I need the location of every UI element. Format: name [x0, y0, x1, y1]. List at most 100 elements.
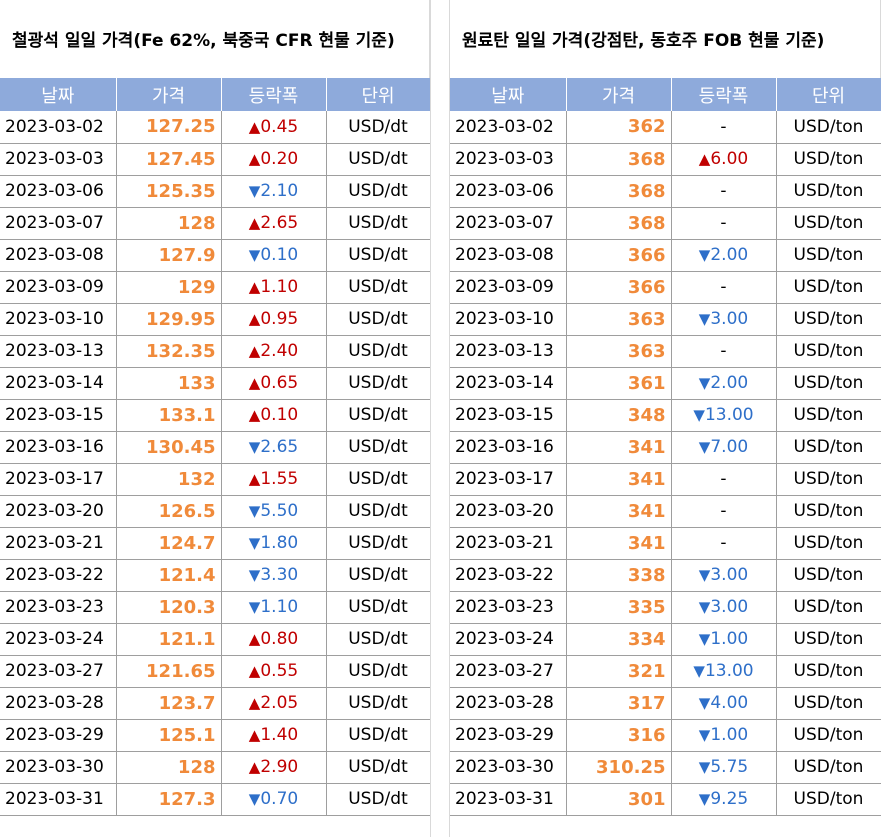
row-price: 121.4 [116, 559, 222, 592]
row-change: ▲1.55 [221, 463, 327, 496]
row-price: 341 [566, 495, 672, 528]
row-change: ▲0.10 [221, 399, 327, 432]
row-unit: USD/dt [326, 239, 431, 272]
change-value: - [720, 277, 727, 297]
change-value: 3.30 [260, 565, 299, 585]
row-date: 2023-03-28 [0, 687, 117, 720]
row-price: 363 [566, 303, 672, 336]
triangle-down-icon: ▼ [248, 534, 261, 552]
row-date: 2023-03-23 [450, 591, 567, 624]
triangle-up-icon: ▲ [698, 150, 711, 168]
row-date: 2023-03-10 [450, 303, 567, 336]
change-value: 4.00 [710, 693, 749, 713]
row-unit: USD/ton [776, 591, 881, 624]
row-unit: USD/ton [776, 783, 881, 816]
row-change: ▼2.00 [671, 239, 777, 272]
table-row: 2023-03-09 366 - USD/ton [450, 271, 881, 304]
row-price: 121.65 [116, 655, 222, 688]
triangle-up-icon: ▲ [248, 694, 261, 712]
change-value: - [720, 181, 727, 201]
change-value: 0.45 [260, 116, 299, 137]
row-unit: USD/dt [326, 591, 431, 624]
row-price: 127.9 [116, 239, 222, 272]
header-change: 등락폭 [221, 78, 327, 111]
row-date: 2023-03-03 [450, 143, 567, 176]
row-date: 2023-03-14 [0, 367, 117, 400]
row-price: 341 [566, 431, 672, 464]
row-unit: USD/ton [776, 751, 881, 784]
change-value: 0.10 [260, 245, 299, 265]
triangle-down-icon: ▼ [698, 758, 711, 776]
coking-coal-table: 날짜 가격 등락폭 단위 2023-03-02 362- USD/ton 2023-0… [450, 78, 881, 816]
row-unit: USD/ton [776, 527, 881, 560]
row-unit: USD/dt [326, 463, 431, 496]
row-price: 366 [566, 239, 672, 272]
table-row: 2023-03-22 338 ▼3.00 USD/ton [450, 559, 881, 592]
row-date: 2023-03-15 [450, 399, 567, 432]
triangle-down-icon: ▼ [693, 662, 705, 680]
row-unit: USD/dt [326, 271, 431, 304]
row-price: 132.35 [116, 335, 222, 368]
row-change: ▼3.30 [221, 559, 327, 592]
row-date: 2023-03-06 [0, 175, 117, 208]
row-date: 2023-03-08 [450, 239, 567, 272]
triangle-up-icon: ▲ [248, 310, 261, 328]
change-value: 3.00 [710, 565, 749, 585]
row-change: ▲0.95 [221, 303, 327, 336]
row-unit: USD/dt [326, 207, 431, 240]
coking-coal-rows: 2023-03-02 362- USD/ton 2023-03-03 368 ▲6.00 U… [450, 111, 881, 816]
row-change: - [671, 527, 777, 560]
row-change: ▼0.10 [221, 239, 327, 272]
row-change: ▼1.10 [221, 591, 327, 624]
row-change: ▲0.80 [221, 623, 327, 656]
table-row: 2023-03-17 132 ▲1.55 USD/dt [0, 463, 431, 496]
triangle-down-icon: ▼ [698, 438, 711, 456]
row-change: ▲6.00 [671, 143, 777, 176]
triangle-down-icon: ▼ [248, 246, 261, 264]
row-change: ▲0.20 [221, 143, 327, 176]
row-change: ▼2.65 [221, 431, 327, 464]
table-row: 2023-03-30 128 ▲2.90 USD/dt [0, 751, 431, 784]
header-date: 날짜 [0, 78, 117, 111]
triangle-down-icon: ▼ [693, 406, 705, 424]
row-unit: USD/dt [326, 175, 431, 208]
triangle-up-icon: ▲ [248, 214, 261, 232]
row-price: 362 [566, 111, 672, 144]
row-date: 2023-03-02 [450, 111, 567, 144]
triangle-down-icon: ▼ [248, 182, 261, 200]
row-price: 368 [566, 175, 672, 208]
row-change: ▼13.00 [671, 399, 777, 432]
triangle-up-icon: ▲ [248, 726, 261, 744]
row-date: 2023-03-09 [0, 271, 117, 304]
row-change: ▼4.00 [671, 687, 777, 720]
row-unit: USD/dt [326, 335, 431, 368]
change-value: - [720, 469, 727, 489]
change-value: - [720, 213, 727, 233]
row-price: 341 [566, 527, 672, 560]
row-unit: USD/dt [326, 495, 431, 528]
table-row: 2023-03-24 334 ▼1.00 USD/ton [450, 623, 881, 656]
row-date: 2023-03-10 [0, 303, 117, 336]
row-price: 368 [566, 207, 672, 240]
row-date: 2023-03-30 [450, 751, 567, 784]
row-date: 2023-03-06 [450, 175, 567, 208]
row-unit: USD/dt [326, 687, 431, 720]
row-unit: USD/ton [776, 687, 881, 720]
row-date: 2023-03-13 [450, 335, 567, 368]
row-price: 125.1 [116, 719, 222, 752]
change-value: 1.10 [260, 597, 299, 617]
row-price: 335 [566, 591, 672, 624]
row-change: ▼3.00 [671, 559, 777, 592]
change-value: 2.00 [710, 373, 749, 393]
row-unit: USD/ton [776, 367, 881, 400]
row-change: ▲1.10 [221, 271, 327, 304]
change-value: 5.75 [710, 757, 749, 777]
row-price: 121.1 [116, 623, 222, 656]
table-row: 2023-03-27 121.65 ▲0.55 USD/dt [0, 655, 431, 688]
table-row: 2023-03-02 127.25 ▲0.45 USD/dt [0, 111, 431, 144]
row-unit: USD/ton [776, 431, 881, 464]
row-date: 2023-03-24 [450, 623, 567, 656]
row-change: - [671, 463, 777, 496]
triangle-down-icon: ▼ [248, 438, 261, 456]
change-value: - [720, 341, 727, 361]
